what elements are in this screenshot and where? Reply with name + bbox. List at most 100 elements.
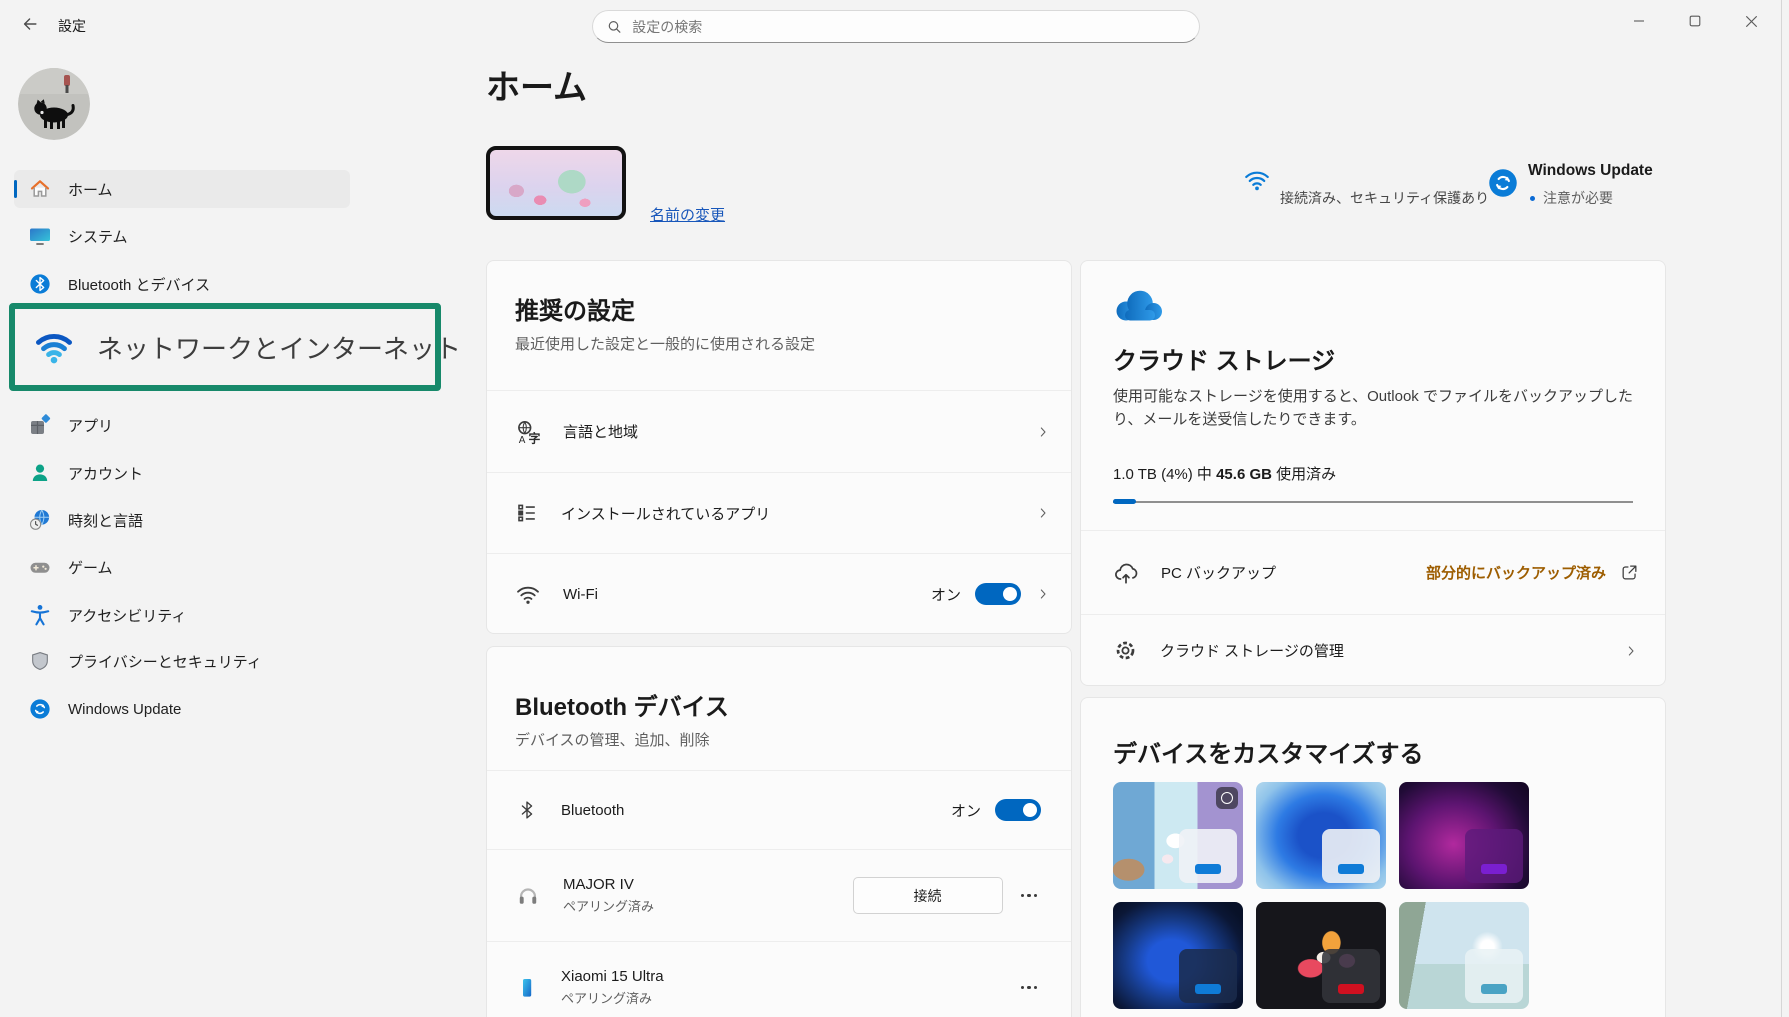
pc-backup-row[interactable]: PC バックアップ 部分的にバックアップ済み bbox=[1081, 531, 1665, 614]
sidebar-item-apps[interactable]: アプリ bbox=[14, 406, 350, 444]
annotation-highlight-network[interactable]: ネットワークとインターネット bbox=[9, 303, 441, 391]
chevron-right-icon bbox=[1035, 423, 1051, 441]
theme-thumbnail-glow-dark[interactable] bbox=[1399, 782, 1529, 889]
wifi-toggle[interactable] bbox=[975, 583, 1021, 605]
card-subtitle: デバイスの管理、追加、削除 bbox=[515, 729, 710, 750]
sidebar-item-label: 時刻と言語 bbox=[68, 510, 143, 531]
external-link-icon bbox=[1620, 563, 1639, 582]
network-status-text[interactable]: 接続済み、セキュリティ保護あり bbox=[1280, 188, 1489, 208]
theme-thumbnail-nature-split[interactable] bbox=[1113, 782, 1243, 889]
search-icon bbox=[607, 19, 622, 35]
close-button[interactable] bbox=[1723, 0, 1779, 42]
more-options-button[interactable] bbox=[1017, 888, 1042, 904]
svg-text:字: 字 bbox=[529, 431, 541, 445]
cat-photo bbox=[18, 68, 90, 140]
theme-preview-panel bbox=[1179, 949, 1237, 1003]
wifi-state-label: オン bbox=[931, 584, 961, 605]
device-row-major-iv[interactable]: MAJOR IV ペアリング済み 接続 bbox=[487, 850, 1071, 941]
device-info: Xiaomi 15 Ultra ペアリング済み bbox=[561, 968, 664, 1007]
windows-update-title[interactable]: Windows Update bbox=[1528, 162, 1653, 180]
card-title: デバイスをカスタマイズする bbox=[1113, 734, 1424, 769]
settings-search[interactable] bbox=[592, 10, 1200, 43]
sidebar-item-label: システム bbox=[68, 226, 128, 247]
wifi-row-icon bbox=[515, 582, 541, 606]
sidebar-item-accessibility[interactable]: アクセシビリティ bbox=[14, 596, 350, 634]
onedrive-cloud-icon bbox=[1113, 287, 1165, 328]
svg-text:A: A bbox=[519, 434, 526, 444]
sidebar-item-label: ゲーム bbox=[68, 557, 113, 578]
bluetooth-row-icon bbox=[515, 798, 539, 822]
app-title: 設定 bbox=[58, 16, 86, 36]
theme-thumbnail-captured-motion[interactable] bbox=[1399, 902, 1529, 1009]
shield-icon bbox=[28, 649, 52, 673]
progress-track bbox=[1113, 501, 1633, 503]
phone-icon bbox=[515, 976, 539, 1000]
accent-pill bbox=[1338, 984, 1364, 994]
user-avatar[interactable] bbox=[18, 68, 90, 140]
device-row-xiaomi-15-ultra[interactable]: Xiaomi 15 Ultra ペアリング済み bbox=[487, 942, 1071, 1017]
theme-badge-icon bbox=[1216, 787, 1238, 809]
maximize-button[interactable] bbox=[1667, 0, 1723, 42]
bluetooth-state-label: オン bbox=[951, 800, 981, 821]
accent-pill bbox=[1195, 984, 1221, 994]
theme-preview-panel bbox=[1465, 949, 1523, 1003]
row-label: Wi-Fi bbox=[563, 586, 598, 603]
row-label: インストールされているアプリ bbox=[561, 503, 770, 524]
sidebar-item-label: アクセシビリティ bbox=[68, 605, 186, 626]
recommended-settings-card: 推奨の設定 最近使用した設定と一般的に使用される設定 字A 言語と地域 インスト… bbox=[486, 260, 1072, 634]
row-label: PC バックアップ bbox=[1161, 562, 1276, 583]
theme-preview-panel bbox=[1465, 829, 1523, 883]
minimize-button[interactable] bbox=[1611, 0, 1667, 42]
windows-update-icon bbox=[28, 697, 52, 721]
close-icon bbox=[1745, 15, 1758, 28]
windows-update-status: 注意が必要 bbox=[1530, 188, 1613, 208]
bluetooth-toggle-row[interactable]: Bluetooth オン bbox=[487, 771, 1071, 849]
more-options-button[interactable] bbox=[1017, 980, 1042, 996]
sidebar-item-label: ホーム bbox=[68, 179, 113, 200]
titlebar: 設定 bbox=[0, 0, 1789, 48]
theme-thumbnail-bloom-light[interactable] bbox=[1256, 782, 1386, 889]
home-icon bbox=[28, 177, 52, 201]
theme-thumbnail-bloom-dark[interactable] bbox=[1113, 902, 1243, 1009]
wifi-icon bbox=[33, 329, 75, 365]
attention-dot-icon bbox=[1530, 196, 1535, 201]
installed-apps-row[interactable]: インストールされているアプリ bbox=[487, 473, 1071, 553]
sidebar-item-label: アプリ bbox=[68, 415, 113, 436]
search-input[interactable] bbox=[632, 19, 1185, 35]
chevron-right-icon bbox=[1035, 585, 1051, 603]
sidebar-item-accounts[interactable]: アカウント bbox=[14, 454, 350, 492]
apps-icon bbox=[28, 413, 52, 437]
chevron-right-icon bbox=[1623, 642, 1639, 660]
device-status: ペアリング済み bbox=[563, 896, 654, 915]
manage-cloud-storage-row[interactable]: クラウド ストレージの管理 bbox=[1081, 615, 1665, 686]
theme-thumbnail-flower-dark[interactable] bbox=[1256, 902, 1386, 1009]
sidebar-item-time-language[interactable]: 時刻と言語 bbox=[14, 501, 350, 539]
accent-pill bbox=[1481, 984, 1507, 994]
language-region-row[interactable]: 字A 言語と地域 bbox=[487, 391, 1071, 472]
device-status: ペアリング済み bbox=[561, 988, 664, 1007]
headphones-icon bbox=[515, 884, 541, 908]
wifi-status-icon bbox=[1243, 168, 1271, 197]
chevron-right-icon bbox=[1035, 504, 1051, 522]
storage-usage-text: 1.0 TB (4%) 中 45.6 GB 使用済み bbox=[1113, 463, 1336, 484]
connect-button[interactable]: 接続 bbox=[853, 877, 1003, 914]
bluetooth-toggle[interactable] bbox=[995, 799, 1041, 821]
sidebar-item-gaming[interactable]: ゲーム bbox=[14, 548, 350, 586]
sidebar-item-label: アカウント bbox=[68, 463, 143, 484]
sidebar-item-bluetooth-devices[interactable]: Bluetooth とデバイス bbox=[14, 265, 350, 303]
back-button[interactable] bbox=[16, 12, 44, 36]
cloud-backup-icon bbox=[1113, 561, 1139, 585]
maximize-icon bbox=[1689, 15, 1701, 27]
backup-status-link[interactable]: 部分的にバックアップ済み bbox=[1426, 562, 1606, 583]
sidebar-item-system[interactable]: システム bbox=[14, 217, 350, 255]
sidebar-item-home[interactable]: ホーム bbox=[14, 170, 350, 208]
wifi-row[interactable]: Wi-Fi オン bbox=[487, 554, 1071, 634]
row-label: 言語と地域 bbox=[563, 421, 638, 442]
card-subtitle: 最近使用した設定と一般的に使用される設定 bbox=[515, 333, 815, 354]
scrollbar[interactable] bbox=[1781, 0, 1782, 1017]
rename-device-link[interactable]: 名前の変更 bbox=[650, 204, 725, 225]
gamepad-icon bbox=[28, 555, 52, 579]
sidebar-item-windows-update[interactable]: Windows Update bbox=[14, 690, 350, 728]
sidebar-item-privacy-security[interactable]: プライバシーとセキュリティ bbox=[14, 642, 350, 680]
accent-pill bbox=[1195, 864, 1221, 874]
